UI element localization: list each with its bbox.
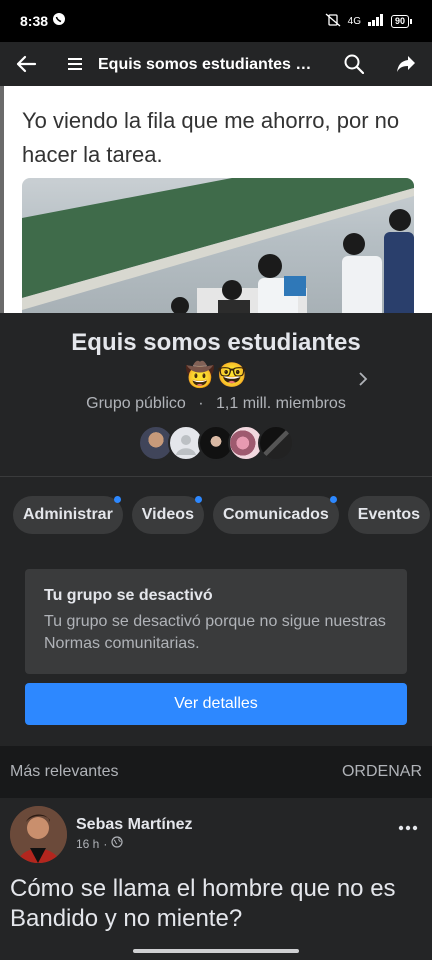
- top-bar: Equis somos estudiantes 🤠…: [0, 42, 432, 86]
- post-meta: 16 h ·: [76, 836, 123, 851]
- post-author[interactable]: Sebas Martínez: [76, 816, 192, 834]
- sort-bar: Más relevantes ORDENAR: [0, 746, 432, 798]
- member-avatar: [258, 425, 294, 461]
- tab-administrar[interactable]: Administrar: [13, 496, 123, 534]
- notice-section: Tu grupo se desactivó Tu grupo se desact…: [0, 553, 432, 746]
- back-button[interactable]: [0, 42, 52, 86]
- tab-comunicados[interactable]: Comunicados: [212, 496, 339, 534]
- search-icon: [344, 54, 364, 74]
- sort-button[interactable]: ORDENAR: [342, 763, 422, 781]
- cover-photo-image: [22, 178, 414, 313]
- more-options-button[interactable]: [398, 818, 418, 836]
- tab-label: Administrar: [23, 506, 113, 523]
- post-card: Sebas Martínez 16 h · Cómo se llama el h…: [0, 798, 432, 960]
- signal-icon: [367, 13, 385, 29]
- group-header: Equis somos estudiantes 🤠 🤓 Grupo públic…: [0, 313, 432, 477]
- page-title: Equis somos estudiantes 🤠…: [98, 56, 328, 73]
- tab-eventos[interactable]: Eventos: [347, 496, 431, 534]
- status-time: 8:38: [20, 13, 49, 29]
- home-indicator[interactable]: [133, 949, 299, 953]
- group-cover-photo[interactable]: Yo viendo la fila que me ahorro, por no …: [0, 86, 432, 313]
- meta-separator: ·: [198, 395, 204, 412]
- sort-label: Más relevantes: [10, 763, 119, 780]
- group-name[interactable]: Equis somos estudiantes: [0, 329, 432, 357]
- post-time[interactable]: 16 h: [76, 837, 99, 851]
- deactivation-notice: Tu grupo se desactivó Tu grupo se desact…: [25, 569, 407, 674]
- tab-label: Videos: [141, 506, 194, 523]
- notification-dot: [194, 496, 202, 503]
- chevron-right-icon[interactable]: [358, 371, 368, 392]
- hamburger-menu-icon: [68, 58, 82, 70]
- tab-videos[interactable]: Videos: [131, 496, 204, 534]
- tab-label: Eventos: [357, 506, 421, 523]
- cowboy-emoji: 🤠: [185, 362, 215, 389]
- globe-icon: [111, 836, 123, 851]
- tab-label: Comunicados: [222, 506, 329, 523]
- share-icon: [397, 56, 415, 72]
- notice-body: Tu grupo se desactivó porque no sigue nu…: [44, 613, 386, 652]
- member-avatars[interactable]: [0, 425, 432, 461]
- group-tabs: Administrar Videos Comunicados Eventos: [0, 477, 432, 553]
- vibrate-off-icon: [324, 13, 342, 30]
- cover-caption: Yo viendo la fila que me ahorro, por no …: [22, 108, 400, 167]
- post-text: Cómo se llama el hombre que no es Bandid…: [10, 875, 396, 932]
- search-button[interactable]: [328, 42, 380, 86]
- notice-title: Tu grupo se desactivó: [44, 587, 213, 604]
- see-details-button[interactable]: Ver detalles: [25, 683, 407, 725]
- whatsapp-icon: [52, 12, 66, 31]
- status-bar: 8:38 4G 90: [0, 0, 432, 42]
- notification-dot: [329, 496, 337, 503]
- group-member-count[interactable]: 1,1 mill. miembros: [216, 395, 346, 412]
- meta-separator: ·: [103, 836, 108, 851]
- battery-level: 90: [390, 14, 409, 28]
- back-arrow-icon: [16, 55, 37, 73]
- avatar[interactable]: [10, 806, 67, 863]
- network-type: 4G: [347, 15, 361, 27]
- group-privacy: Grupo público: [86, 395, 186, 412]
- share-button[interactable]: [380, 42, 432, 86]
- battery-icon: 90: [390, 14, 412, 28]
- notification-dot: [113, 496, 121, 503]
- group-meta: Grupo público · 1,1 mill. miembros: [0, 395, 432, 413]
- menu-button[interactable]: [52, 42, 98, 86]
- more-icon: [398, 825, 418, 831]
- nerd-emoji: 🤓: [217, 362, 247, 389]
